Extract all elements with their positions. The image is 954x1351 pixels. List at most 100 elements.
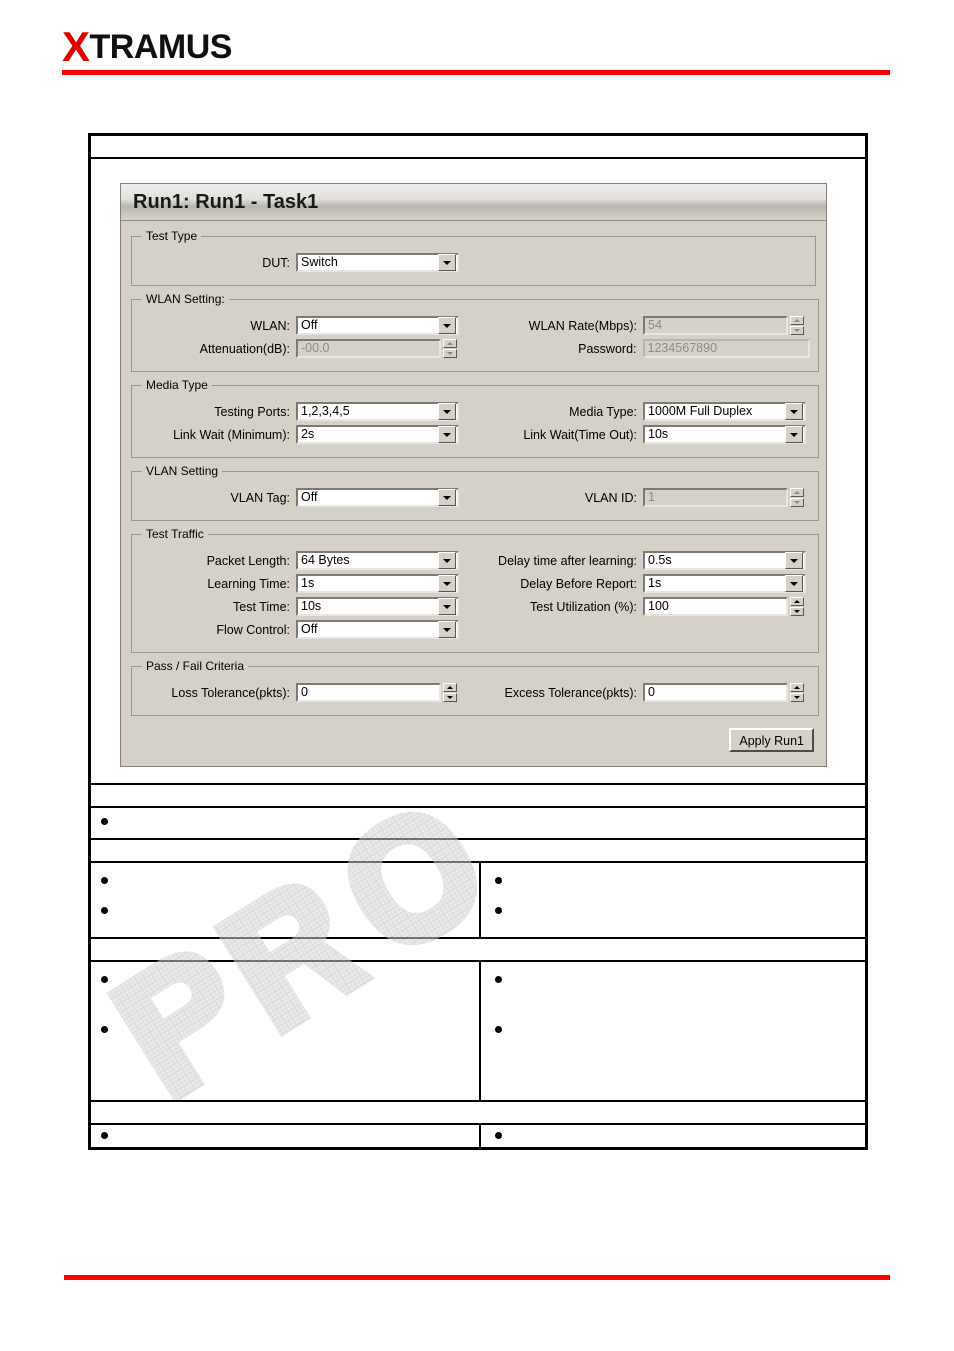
spinner-down-icon[interactable] [790,693,804,702]
field-delay-before-report: Delay Before Report: 1s [475,574,810,593]
delay-after-learning-value: 0.5s [648,553,672,567]
table-band-row [88,133,868,159]
packet-length-value: 64 Bytes [301,553,350,567]
chevron-down-icon[interactable] [438,403,456,420]
vlan-tag-select[interactable]: Off [296,488,459,507]
group-vlan-setting: VLAN Setting VLAN Tag: Off VLAN ID: 1 [131,464,819,521]
packet-length-select[interactable]: 64 Bytes [296,551,459,570]
spinner-up-icon [443,339,457,348]
delay-after-learning-select[interactable]: 0.5s [643,551,806,570]
delay-before-report-label: Delay Before Report: [520,576,637,591]
chevron-down-icon[interactable] [438,489,456,506]
chevron-down-icon[interactable] [438,317,456,334]
spinner-up-icon[interactable] [790,597,804,606]
table-band-row [88,838,868,863]
chevron-down-icon[interactable] [785,426,803,443]
wlan-label: WLAN: [250,318,290,333]
excess-tolerance-spinner[interactable]: 0 [643,683,804,702]
field-packet-length: Packet Length: 64 Bytes [140,551,475,570]
chevron-down-icon[interactable] [785,552,803,569]
bullet-icon [495,907,502,914]
field-learning-time: Learning Time: 1s [140,574,475,593]
spinner-up-icon[interactable] [790,683,804,692]
test-utilization-spinner[interactable]: 100 [643,597,804,616]
chevron-down-icon[interactable] [785,403,803,420]
chevron-down-icon[interactable] [438,426,456,443]
testing-ports-select[interactable]: 1,2,3,4,5 [296,402,459,421]
table-cell-right [479,861,868,939]
field-vlan-tag: VLAN Tag: Off [140,488,475,507]
field-loss-tolerance: Loss Tolerance(pkts): 0 [140,683,475,702]
media-type-select[interactable]: 1000M Full Duplex [643,402,806,421]
bullet-icon [495,1026,502,1033]
page-header: XTRAMUS [0,0,954,90]
vlan-id-spinner: 1 [643,488,804,507]
row-vlan: VLAN Tag: Off VLAN ID: 1 [140,488,810,507]
wlan-select[interactable]: Off [296,316,459,335]
table-cell-right [479,1123,868,1150]
delay-before-report-select[interactable]: 1s [643,574,806,593]
row-dut: DUT: Switch [140,253,807,272]
test-utilization-spin-buttons[interactable] [790,597,804,616]
learning-time-select[interactable]: 1s [296,574,459,593]
spinner-down-icon [790,326,804,335]
loss-tolerance-spin-buttons[interactable] [443,683,457,702]
document-table: Run1: Run1 - Task1 Test Type DUT: Switch [88,133,868,1150]
logo-x-mark: X [62,23,90,70]
group-media-type-legend: Media Type [146,378,208,392]
dut-select[interactable]: Switch [296,253,459,272]
spinner-up-icon [790,488,804,497]
attenuation-label: Attenuation(dB): [199,341,290,356]
vlan-tag-value: Off [301,490,318,504]
excess-tolerance-value[interactable]: 0 [643,683,788,702]
spinner-down-icon[interactable] [443,693,457,702]
xtramus-logo: XTRAMUS [62,26,232,68]
dut-label: DUT: [262,255,290,270]
table-band-row [88,1100,868,1125]
delay-after-learning-label: Delay time after learning: [498,553,637,568]
link-wait-minimum-select[interactable]: 2s [296,425,459,444]
link-wait-timeout-select[interactable]: 10s [643,425,806,444]
chevron-down-icon[interactable] [438,598,456,615]
loss-tolerance-value[interactable]: 0 [296,683,441,702]
row-tolerance: Loss Tolerance(pkts): 0 Excess Tolerance… [140,683,810,702]
group-media-type: Media Type Testing Ports: 1,2,3,4,5 Medi… [131,378,819,458]
chevron-down-icon[interactable] [438,552,456,569]
group-pass-fail-legend: Pass / Fail Criteria [146,659,245,673]
footer-rule [64,1275,890,1280]
field-link-wait-timeout: Link Wait(Time Out): 10s [475,425,810,444]
logo-wordmark: TRAMUS [89,28,233,66]
dialog-body: Test Type DUT: Switch WLAN Setting: WLAN… [121,221,826,766]
attenuation-spinner: -00.0 [296,339,457,358]
row-link-wait: Link Wait (Minimum): 2s Link Wait(Time O… [140,425,810,444]
flow-control-select[interactable]: Off [296,620,459,639]
vlan-id-value: 1 [643,488,788,507]
chevron-down-icon[interactable] [438,254,456,271]
flow-control-value: Off [301,622,318,636]
loss-tolerance-spinner[interactable]: 0 [296,683,457,702]
bullet-icon [101,877,108,884]
chevron-down-icon[interactable] [785,575,803,592]
apply-run1-button[interactable]: Apply Run1 [729,728,814,752]
group-test-type-legend: Test Type [146,229,198,243]
group-wlan-setting: WLAN Setting: WLAN: Off WLAN Rate(Mbps):… [131,292,819,372]
table-cell-full [88,806,868,840]
spinner-up-icon[interactable] [443,683,457,692]
table-row [88,806,868,840]
spinner-down-icon[interactable] [790,607,804,616]
wlan-value: Off [301,318,318,332]
test-utilization-value[interactable]: 100 [643,597,788,616]
chevron-down-icon[interactable] [438,575,456,592]
table-cell-left [88,960,481,1102]
excess-tolerance-spin-buttons[interactable] [790,683,804,702]
field-test-time: Test Time: 10s [140,597,475,616]
chevron-down-icon[interactable] [438,621,456,638]
group-test-traffic-legend: Test Traffic [146,527,204,541]
link-wait-minimum-label: Link Wait (Minimum): [173,427,290,442]
test-time-select[interactable]: 10s [296,597,459,616]
row-test-time: Test Time: 10s Test Utilization (%): 100 [140,597,810,616]
testing-ports-value: 1,2,3,4,5 [301,404,350,418]
excess-tolerance-label: Excess Tolerance(pkts): [504,685,637,700]
test-time-label: Test Time: [233,599,290,614]
group-vlan-setting-legend: VLAN Setting [146,464,219,478]
